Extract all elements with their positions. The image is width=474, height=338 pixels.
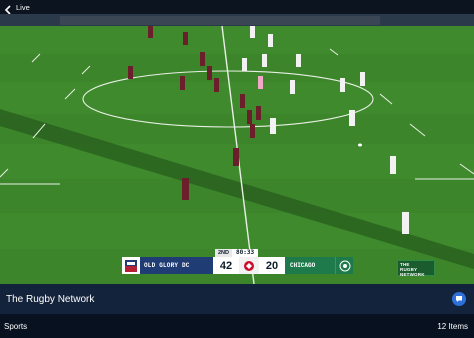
score-row: OLD GLORY DC 42 20 CHICAGO [122,257,353,274]
watermark-line: NETWORK [400,272,425,277]
home-team-score: 42 [213,257,239,274]
league-logo-icon [239,257,259,274]
period-label: 2ND [215,249,233,257]
back-chevron-icon[interactable] [4,2,12,15]
back-button-label[interactable]: Live [16,3,30,12]
home-team-logo-icon [122,257,140,274]
chat-icon[interactable] [452,292,466,306]
away-team-score: 20 [259,257,285,274]
top-bar: Live [0,0,474,15]
home-team-name: OLD GLORY DC [140,257,213,274]
video-player[interactable]: 2ND 80:33 OLD GLORY DC 42 20 CHICAGO THE… [0,14,474,284]
game-clock: 80:33 [232,249,259,257]
away-team-name: CHICAGO [285,257,335,274]
items-count: 12 Items [437,321,468,331]
clock-row: 2ND 80:33 [215,249,259,257]
footer-bar: Sports 12 Items [0,314,474,338]
category-label[interactable]: Sports [4,322,27,331]
channel-title: The Rugby Network [6,293,95,305]
network-watermark: THE RUGBY NETWORK [397,260,435,277]
scoreboard: 2ND 80:33 OLD GLORY DC 42 20 CHICAGO [122,243,353,281]
away-team-logo-icon [335,257,353,274]
channel-info-bar: The Rugby Network [0,284,474,314]
